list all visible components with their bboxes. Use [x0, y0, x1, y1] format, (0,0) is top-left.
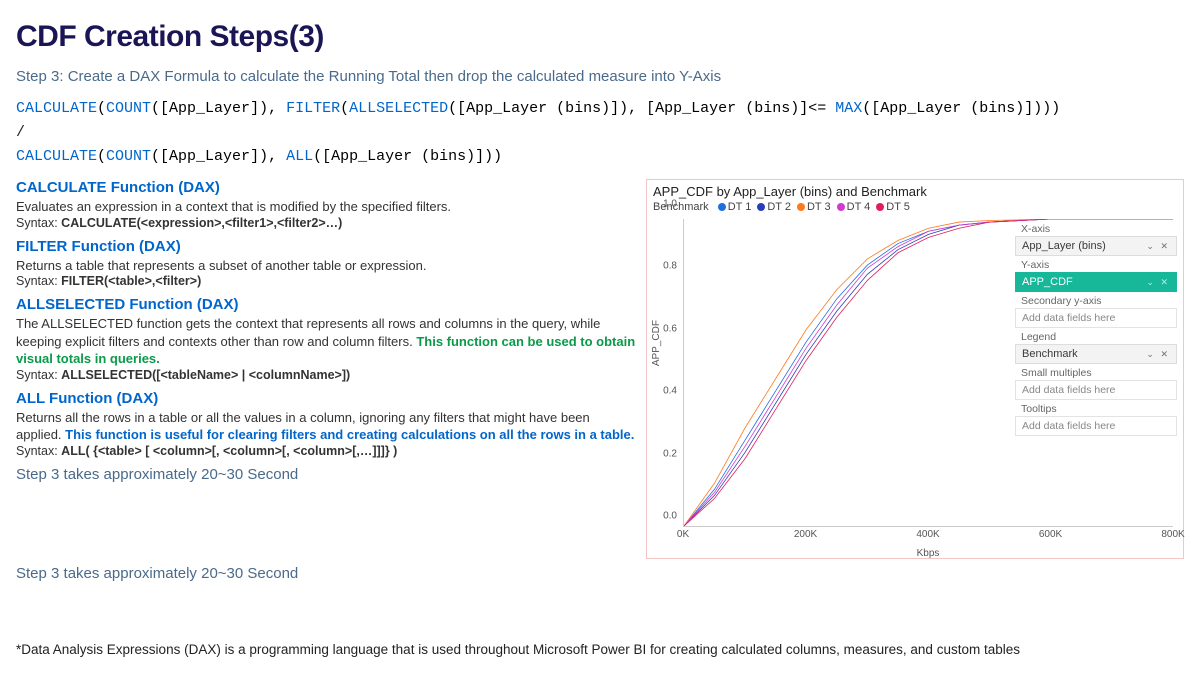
dax-token: ([App_Layer (bins)]))) [862, 100, 1060, 117]
chevron-down-icon[interactable]: ⌄ ✕ [1146, 349, 1170, 360]
dax-token: ([App_Layer (bins)]), [App_Layer (bins)]… [448, 100, 835, 117]
dax-token: ([App_Layer]), [151, 148, 286, 165]
function-block: ALLSELECTED Function (DAX) The ALLSELECTE… [16, 296, 636, 382]
legend-series-label: DT 1 [728, 201, 752, 213]
y-tick-label: 0.0 [663, 511, 677, 522]
dax-token: ALL [286, 148, 313, 165]
config-field-placeholder[interactable]: Add data fields here [1015, 380, 1177, 400]
function-syntax: Syntax: ALL( {<table> [ <column>[, <colu… [16, 444, 636, 458]
chart-legend: Benchmark DT 1 DT 2 DT 3 DT 4 DT 5 [653, 201, 1177, 213]
function-block: FILTER Function (DAX) Returns a table tha… [16, 238, 636, 289]
config-section-label: Small multiples [1015, 364, 1177, 380]
legend-dot-icon [797, 203, 805, 211]
config-section-label: Y-axis [1015, 256, 1177, 272]
x-tick-label: 200K [794, 529, 817, 540]
y-tick-label: 0.4 [663, 386, 677, 397]
function-syntax: Syntax: ALLSELECTED([<tableName> | <colu… [16, 368, 636, 382]
function-description: Returns a table that represents a subset… [16, 257, 636, 275]
config-field-value: App_Layer (bins) [1022, 240, 1106, 252]
step-description: Step 3: Create a DAX Formula to calculat… [16, 68, 1184, 85]
legend-dot-icon [876, 203, 884, 211]
function-title: ALLSELECTED Function (DAX) [16, 296, 636, 313]
legend-dot-icon [757, 203, 765, 211]
dax-token: FILTER [286, 100, 340, 117]
legend-series-label: DT 5 [886, 201, 910, 213]
y-tick-label: 0.6 [663, 323, 677, 334]
dax-token: MAX [835, 100, 862, 117]
function-description: Evaluates an expression in a context tha… [16, 198, 636, 216]
dax-token: CALCULATE [16, 100, 97, 117]
y-tick-label: 1.0 [663, 199, 677, 210]
function-syntax: Syntax: FILTER(<table>,<filter>) [16, 274, 636, 288]
function-title: ALL Function (DAX) [16, 390, 636, 407]
function-block: CALCULATE Function (DAX) Evaluates an exp… [16, 179, 636, 230]
chart-container: APP_CDF by App_Layer (bins) and Benchmar… [646, 179, 1184, 559]
chevron-down-icon[interactable]: ⌄ ✕ [1146, 277, 1170, 288]
function-title: CALCULATE Function (DAX) [16, 179, 636, 196]
legend-dot-icon [718, 203, 726, 211]
dax-formula: CALCULATE(COUNT([App_Layer]), FILTER(ALL… [16, 97, 1184, 169]
step-timing-inline: Step 3 takes approximately 20~30 Second [16, 466, 636, 483]
config-field-placeholder[interactable]: Add data fields here [1015, 308, 1177, 328]
visual-config-panel: X-axis App_Layer (bins) ⌄ ✕ Y-axis APP_CDF ⌄ … [1015, 220, 1177, 436]
function-description: Returns all the rows in a table or all t… [16, 409, 636, 444]
dax-token: COUNT [106, 100, 151, 117]
legend-series-label: DT 2 [767, 201, 791, 213]
legend-series-label: DT 3 [807, 201, 831, 213]
dax-token: CALCULATE [16, 148, 97, 165]
y-tick-label: 0.8 [663, 261, 677, 272]
legend-prefix: Benchmark [653, 201, 709, 213]
function-description: The ALLSELECTED function gets the contex… [16, 315, 636, 368]
config-field-placeholder[interactable]: Add data fields here [1015, 416, 1177, 436]
chart-title: APP_CDF by App_Layer (bins) and Benchmar… [653, 184, 1177, 199]
dax-token: COUNT [106, 148, 151, 165]
x-tick-label: 600K [1039, 529, 1062, 540]
config-section-label: Secondary y-axis [1015, 292, 1177, 308]
function-syntax: Syntax: CALCULATE(<expression>,<filter1>… [16, 216, 636, 230]
chevron-down-icon[interactable]: ⌄ ✕ [1146, 241, 1170, 252]
page-title: CDF Creation Steps(3) [16, 20, 1184, 54]
x-tick-label: 400K [916, 529, 939, 540]
y-tick-label: 0.2 [663, 448, 677, 459]
config-field-value: APP_CDF [1022, 276, 1073, 288]
config-field-well[interactable]: APP_CDF ⌄ ✕ [1015, 272, 1177, 292]
step-timing: Step 3 takes approximately 20~30 Second [16, 565, 1184, 582]
legend-dot-icon [837, 203, 845, 211]
config-field-well[interactable]: App_Layer (bins) ⌄ ✕ [1015, 236, 1177, 256]
footnote: *Data Analysis Expressions (DAX) is a pr… [16, 642, 1184, 657]
config-section-label: Legend [1015, 328, 1177, 344]
formula-divider: / [16, 121, 1184, 145]
dax-token: ALLSELECTED [349, 100, 448, 117]
dax-token: ([App_Layer]), [151, 100, 286, 117]
config-field-value: Benchmark [1022, 348, 1078, 360]
x-axis-label: Kbps [917, 548, 940, 559]
dax-token: ( [97, 148, 106, 165]
function-title: FILTER Function (DAX) [16, 238, 636, 255]
legend-series-label: DT 4 [847, 201, 871, 213]
dax-token: ( [97, 100, 106, 117]
x-tick-label: 0K [677, 529, 689, 540]
config-section-label: X-axis [1015, 220, 1177, 236]
dax-token: ( [340, 100, 349, 117]
config-field-well[interactable]: Benchmark ⌄ ✕ [1015, 344, 1177, 364]
dax-token: ([App_Layer (bins)])) [313, 148, 502, 165]
config-section-label: Tooltips [1015, 400, 1177, 416]
x-tick-label: 800K [1161, 529, 1184, 540]
function-block: ALL Function (DAX) Returns all the rows i… [16, 390, 636, 458]
